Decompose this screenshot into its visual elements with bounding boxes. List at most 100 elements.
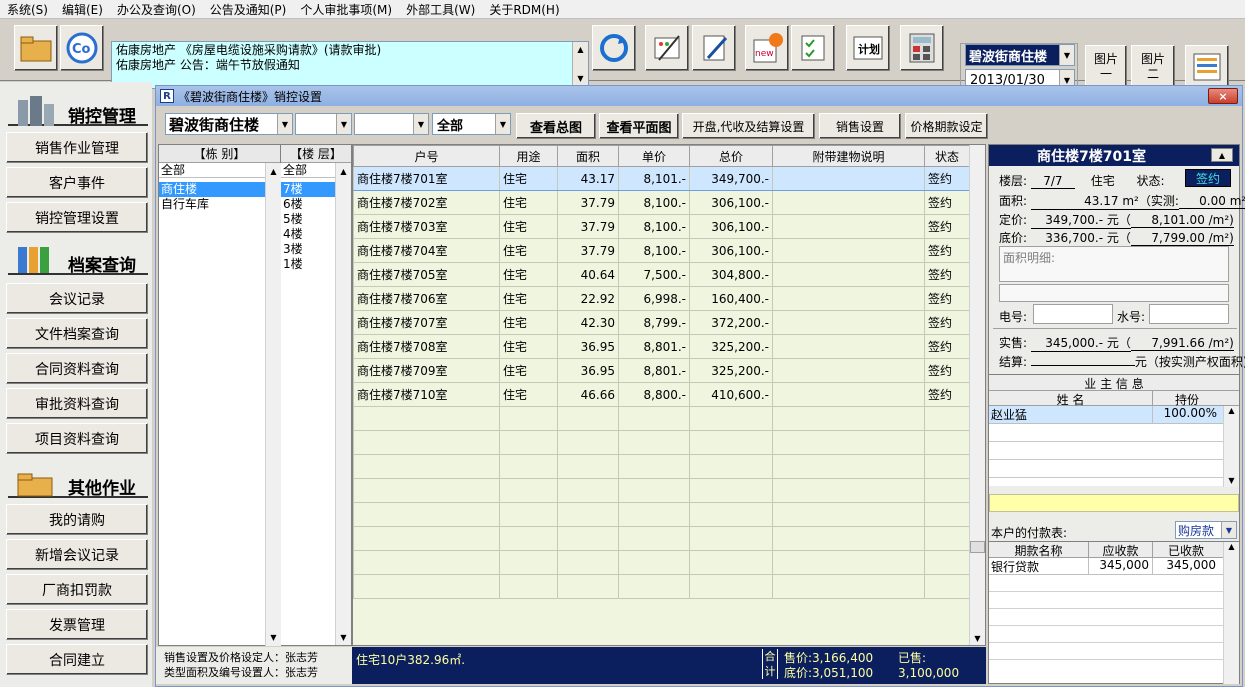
list-item[interactable]: 4楼 xyxy=(281,227,335,242)
folder-icon[interactable] xyxy=(14,25,58,71)
notice-box[interactable]: 佑康房地产 《房屋电缆设施采购请款》(请款审批) 佑康房地产 公告：端午节放假通… xyxy=(111,41,589,89)
owner-row[interactable]: 赵业猛 100.00% xyxy=(989,406,1239,424)
sidebar-item-customer-events[interactable]: 客户事件 xyxy=(6,167,148,198)
project-select[interactable]: 碧波街商住楼 ▼ xyxy=(965,44,1075,66)
scroll-thumb[interactable] xyxy=(970,541,985,553)
sidebar-item-new-meeting-record[interactable]: 新增会议记录 xyxy=(6,539,148,570)
chevron-down-icon[interactable]: ▼ xyxy=(1221,522,1236,538)
plan-icon[interactable]: 计划 xyxy=(846,25,890,71)
notice-line-2[interactable]: 佑康房地产 公告：端午节放假通知 xyxy=(116,58,584,73)
scroll-down-icon[interactable]: ▼ xyxy=(266,633,281,642)
filter-select-2[interactable]: ▼ xyxy=(295,113,352,135)
table-row[interactable]: 商住楼7楼708室 住宅 36.95 8,801.- 325,200.- 签约 xyxy=(353,334,970,359)
scroll-up-icon[interactable]: ▲ xyxy=(1224,542,1239,551)
picture-2-button[interactable]: 图片二 xyxy=(1131,45,1175,89)
table-row[interactable]: 商住楼7楼706室 住宅 22.92 6,998.- 160,400.- 签约 xyxy=(353,286,970,311)
list-item[interactable]: 6楼 xyxy=(281,197,335,212)
opening-settlement-settings-button[interactable]: 开盘,代收及结算设置 xyxy=(682,113,815,139)
menu-item[interactable]: 个人审批事项(M) xyxy=(293,1,399,18)
scroll-up-icon[interactable]: ▲ xyxy=(1224,406,1239,415)
chevron-down-icon[interactable]: ▼ xyxy=(336,114,351,134)
scroll-up-icon[interactable]: ▲ xyxy=(266,167,281,176)
table-row[interactable] xyxy=(353,526,970,551)
building-list-scrollbar[interactable]: ▲ ▼ xyxy=(265,163,281,646)
floor-list-scrollbar[interactable]: ▲ ▼ xyxy=(335,163,351,645)
electric-number-input[interactable] xyxy=(1033,304,1113,324)
payment-scrollbar[interactable]: ▲ xyxy=(1223,542,1239,684)
new-icon[interactable]: new xyxy=(745,25,789,71)
chevron-down-icon[interactable]: ▼ xyxy=(495,114,510,134)
table-row[interactable] xyxy=(353,454,970,479)
sidebar-item-approval-query[interactable]: 审批资料查询 xyxy=(6,388,148,419)
list-item[interactable]: 全部 xyxy=(159,163,280,178)
sidebar-item-document-query[interactable]: 文件档案查询 xyxy=(6,318,148,349)
sidebar-item-project-query[interactable]: 项目资料查询 xyxy=(6,423,148,454)
chevron-down-icon[interactable]: ▼ xyxy=(1059,45,1074,65)
chevron-down-icon[interactable]: ▼ xyxy=(277,114,292,134)
sidebar-item-my-requisitions[interactable]: 我的请购 xyxy=(6,504,148,535)
list-item[interactable]: 7楼 xyxy=(281,182,335,197)
menu-item[interactable]: 公告及通知(P) xyxy=(203,1,294,18)
menu-item[interactable]: 系统(S) xyxy=(0,1,55,18)
list-item[interactable]: 3楼 xyxy=(281,242,335,257)
report-icon[interactable] xyxy=(1185,45,1229,89)
column-header[interactable]: 面积 xyxy=(557,145,619,167)
column-header[interactable]: 单价 xyxy=(618,145,690,167)
sidebar-item-vendor-penalty[interactable]: 厂商扣罚款 xyxy=(6,574,148,605)
list-item[interactable]: 1楼 xyxy=(281,257,335,272)
view-floor-plan-button[interactable]: 查看平面图 xyxy=(599,113,679,139)
table-row[interactable]: 商住楼7楼701室 住宅 43.17 8,101.- 349,700.- 签约 xyxy=(353,166,970,191)
payment-type-select[interactable]: 购房款 ▼ xyxy=(1175,521,1237,539)
table-row[interactable] xyxy=(353,478,970,503)
menu-item[interactable]: 外部工具(W) xyxy=(399,1,482,18)
list-item[interactable]: 全部 xyxy=(281,163,335,178)
collapse-icon[interactable]: ▲ xyxy=(1211,148,1233,162)
list-item[interactable]: 商住楼 xyxy=(159,182,280,197)
sales-settings-button[interactable]: 销售设置 xyxy=(819,113,901,139)
filter-select-3[interactable]: ▼ xyxy=(354,113,429,135)
table-row[interactable]: 商住楼7楼702室 住宅 37.79 8,100.- 306,100.- 签约 xyxy=(353,190,970,215)
table-row[interactable] xyxy=(353,430,970,455)
scroll-down-icon[interactable]: ▼ xyxy=(970,634,985,643)
sidebar-item-contract-query[interactable]: 合同资料查询 xyxy=(6,353,148,384)
column-header[interactable]: 附带建物说明 xyxy=(772,145,925,167)
menu-item[interactable]: 办公及查询(O) xyxy=(110,1,203,18)
scroll-down-icon[interactable]: ▼ xyxy=(336,629,351,645)
type-filter-select[interactable]: 全部 ▼ xyxy=(432,113,511,135)
close-button[interactable]: × xyxy=(1208,88,1238,104)
menu-item[interactable]: 关于RDM(H) xyxy=(482,1,566,18)
table-row[interactable]: 商住楼7楼703室 住宅 37.79 8,100.- 306,100.- 签约 xyxy=(353,214,970,239)
sidebar-item-meeting-records[interactable]: 会议记录 xyxy=(6,283,148,314)
water-number-input[interactable] xyxy=(1149,304,1229,324)
table-row[interactable] xyxy=(353,502,970,527)
grid-scrollbar[interactable]: ▼ xyxy=(969,145,985,645)
payment-row[interactable]: 银行贷款 345,000 345,000 xyxy=(989,558,1239,575)
refresh-icon[interactable] xyxy=(592,25,636,71)
column-header[interactable]: 总价 xyxy=(689,145,773,167)
table-row[interactable]: 商住楼7楼707室 住宅 42.30 8,799.- 372,200.- 签约 xyxy=(353,310,970,335)
table-row[interactable] xyxy=(353,550,970,575)
table-row[interactable]: 商住楼7楼704室 住宅 37.79 8,100.- 306,100.- 签约 xyxy=(353,238,970,263)
table-row[interactable] xyxy=(353,406,970,431)
edit-icon[interactable] xyxy=(692,25,736,71)
notice-line-1[interactable]: 佑康房地产 《房屋电缆设施采购请款》(请款审批) xyxy=(116,43,584,58)
scroll-down-icon[interactable]: ▼ xyxy=(1224,476,1239,485)
list-item[interactable]: 5楼 xyxy=(281,212,335,227)
price-installment-button[interactable]: 价格期款设定 xyxy=(905,113,988,139)
owner-scrollbar[interactable]: ▲ ▼ xyxy=(1223,406,1239,487)
chevron-down-icon[interactable]: ▼ xyxy=(413,114,428,134)
notice-scrollbar[interactable]: ▲ ▼ xyxy=(572,42,588,88)
palette-icon[interactable] xyxy=(645,25,689,71)
column-header[interactable]: 状态 xyxy=(924,145,970,167)
menu-item[interactable]: 编辑(E) xyxy=(55,1,110,18)
table-row[interactable]: 商住楼7楼705室 住宅 40.64 7,500.- 304,800.- 签约 xyxy=(353,262,970,287)
table-row[interactable]: 商住楼7楼710室 住宅 46.66 8,800.- 410,600.- 签约 xyxy=(353,382,970,407)
sidebar-item-contract-create[interactable]: 合同建立 xyxy=(6,644,148,675)
checklist-icon[interactable] xyxy=(791,25,835,71)
calculator-icon[interactable] xyxy=(900,25,944,71)
table-row[interactable]: 商住楼7楼709室 住宅 36.95 8,801.- 325,200.- 签约 xyxy=(353,358,970,383)
area-detail-field[interactable]: 面积明细: xyxy=(999,246,1229,282)
sidebar-item-invoice-management[interactable]: 发票管理 xyxy=(6,609,148,640)
building-filter-select[interactable]: 碧波街商住楼 ▼ xyxy=(165,113,293,135)
sidebar-item-sales-operations[interactable]: 销售作业管理 xyxy=(6,132,148,163)
